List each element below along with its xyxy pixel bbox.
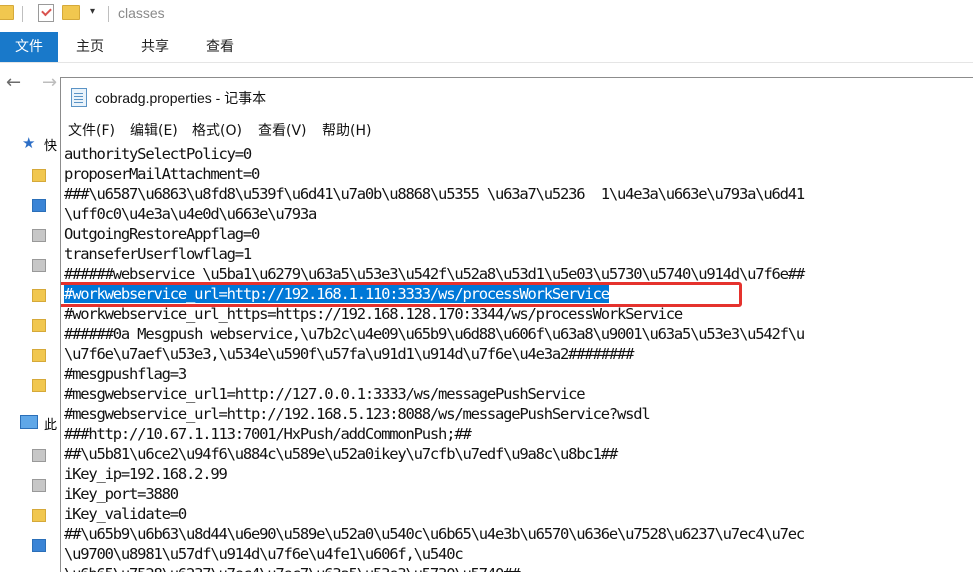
nav-item[interactable] bbox=[0, 376, 60, 396]
line-text: #mesgwebservice_url=http://192.168.5.123… bbox=[64, 405, 651, 423]
text-line: \u9700\u8981\u57df\u914d\u7f6e\u4fe1\u60… bbox=[64, 544, 464, 564]
toolbar-separator bbox=[22, 6, 23, 22]
this-pc-label[interactable]: 此 bbox=[44, 414, 57, 433]
nav-item[interactable] bbox=[0, 226, 60, 246]
notepad-title-bar[interactable]: cobradg.properties - 记事本 bbox=[61, 78, 973, 116]
nav-item[interactable] bbox=[0, 256, 60, 276]
menu-edit[interactable]: 编辑(E) bbox=[130, 120, 178, 140]
line-text: ######0a Mesgpush webservice,\u7b2c\u4e0… bbox=[64, 325, 805, 343]
folder-icon bbox=[32, 509, 46, 522]
nav-item[interactable] bbox=[0, 476, 60, 496]
text-line: #workwebservice_url=http://192.168.1.110… bbox=[64, 284, 610, 304]
nav-item[interactable] bbox=[0, 286, 60, 306]
navigation-pane: ★ 快 此 bbox=[0, 110, 60, 571]
text-line: ##\u5b81\u6ce2\u94f6\u884c\u589e\u52a0ik… bbox=[64, 444, 618, 464]
selected-text: #workwebservice_url=http://192.168.1.110… bbox=[64, 285, 610, 303]
text-line: proposerMailAttachment=0 bbox=[64, 164, 260, 184]
ribbon-tab-home[interactable]: 主页 bbox=[76, 32, 104, 62]
menu-format[interactable]: 格式(O) bbox=[192, 120, 242, 140]
text-line: OutgoingRestoreAppflag=0 bbox=[64, 224, 260, 244]
quick-access-toolbar: ▾ classes bbox=[0, 0, 973, 30]
document-folder-icon bbox=[32, 229, 46, 242]
drive-icon bbox=[32, 449, 46, 462]
line-text: iKey_validate=0 bbox=[64, 505, 187, 523]
text-line: ##\u65b9\u6b63\u8d44\u6e90\u589e\u52a0\u… bbox=[64, 524, 805, 544]
line-text: iKey_port=3880 bbox=[64, 485, 179, 503]
text-line: ######webservice \u5ba1\u6279\u63a5\u53e… bbox=[64, 264, 805, 284]
line-text: #workwebservice_url_https=https://192.16… bbox=[64, 305, 683, 323]
toolbar-separator bbox=[108, 6, 109, 22]
line-text: iKey_ip=192.168.2.99 bbox=[64, 465, 228, 483]
notepad-text-area[interactable]: authoritySelectPolicy=0 proposerMailAttac… bbox=[61, 142, 973, 572]
text-line: ###http://10.67.1.113:7001/HxPush/addCom… bbox=[64, 424, 472, 444]
text-line: #mesgwebservice_url=http://192.168.5.123… bbox=[64, 404, 651, 424]
nav-item[interactable] bbox=[0, 536, 60, 556]
menu-view[interactable]: 查看(V) bbox=[258, 120, 307, 140]
ribbon-tab-view[interactable]: 查看 bbox=[206, 32, 234, 62]
line-text: authoritySelectPolicy=0 bbox=[64, 145, 252, 163]
nav-item[interactable] bbox=[0, 446, 60, 466]
text-line: ######0a Mesgpush webservice,\u7b2c\u4e0… bbox=[64, 324, 805, 344]
folder-icon bbox=[32, 379, 46, 392]
text-line: ###\u6587\u6863\u8fd8\u539f\u6d41\u7a0b\… bbox=[64, 184, 805, 204]
notepad-window: cobradg.properties - 记事本 文件(F) 编辑(E) 格式(… bbox=[60, 77, 973, 572]
text-line: #workwebservice_url_https=https://192.16… bbox=[64, 304, 683, 324]
nav-item[interactable] bbox=[0, 346, 60, 366]
line-text: ###http://10.67.1.113:7001/HxPush/addCom… bbox=[64, 425, 472, 443]
explorer-window-title: classes bbox=[118, 5, 165, 21]
folder-icon bbox=[32, 289, 46, 302]
ribbon-tabs: 文件 主页 共享 查看 bbox=[0, 32, 973, 63]
star-icon: ★ bbox=[22, 134, 36, 152]
line-text: \uff0c0\u4e3a\u4e0d\u663e\u793a bbox=[64, 205, 317, 223]
notepad-window-title: cobradg.properties - 记事本 bbox=[95, 90, 267, 106]
nav-item[interactable] bbox=[0, 196, 60, 216]
folder-icon[interactable] bbox=[0, 5, 14, 20]
notepad-menu-bar: 文件(F) 编辑(E) 格式(O) 查看(V) 帮助(H) bbox=[61, 116, 973, 142]
drive-icon bbox=[32, 479, 46, 492]
line-text: OutgoingRestoreAppflag=0 bbox=[64, 225, 260, 243]
line-text: ##\u5b81\u6ce2\u94f6\u884c\u589e\u52a0ik… bbox=[64, 445, 618, 463]
text-line: iKey_ip=192.168.2.99 bbox=[64, 464, 228, 484]
ribbon-tab-share[interactable]: 共享 bbox=[141, 32, 169, 62]
properties-check-icon[interactable] bbox=[38, 4, 54, 22]
customize-dropdown-icon[interactable]: ▾ bbox=[90, 6, 95, 17]
notepad-icon bbox=[71, 88, 87, 107]
nav-item[interactable] bbox=[0, 166, 60, 186]
nav-item[interactable] bbox=[0, 506, 60, 526]
folder-icon bbox=[32, 349, 46, 362]
text-line: \u7f6e\u7aef\u53e3,\u534e\u590f\u57fa\u9… bbox=[64, 344, 634, 364]
navigation-buttons: ← → bbox=[0, 72, 60, 100]
line-text: ######webservice \u5ba1\u6279\u63a5\u53e… bbox=[64, 265, 805, 283]
line-text: #mesgpushflag=3 bbox=[64, 365, 187, 383]
picture-folder-icon bbox=[32, 259, 46, 272]
text-line: iKey_port=3880 bbox=[64, 484, 179, 504]
download-folder-icon bbox=[32, 539, 46, 552]
nav-item[interactable] bbox=[0, 316, 60, 336]
new-folder-icon[interactable] bbox=[62, 5, 80, 20]
line-text: proposerMailAttachment=0 bbox=[64, 165, 260, 183]
line-text: #mesgwebservice_url1=http://127.0.0.1:33… bbox=[64, 385, 586, 403]
folder-icon bbox=[32, 319, 46, 332]
download-folder-icon bbox=[32, 199, 46, 212]
line-text: \u9700\u8981\u57df\u914d\u7f6e\u4fe1\u60… bbox=[64, 545, 464, 563]
line-text: ###\u6587\u6863\u8fd8\u539f\u6d41\u7a0b\… bbox=[64, 185, 805, 203]
folder-icon bbox=[32, 169, 46, 182]
text-line: \uff0c0\u4e3a\u4e0d\u663e\u793a bbox=[64, 204, 317, 224]
text-line: authoritySelectPolicy=0 bbox=[64, 144, 252, 164]
back-arrow-icon[interactable]: ← bbox=[6, 72, 21, 93]
text-line: iKey_validate=0 bbox=[64, 504, 187, 524]
text-line: #mesgwebservice_url1=http://127.0.0.1:33… bbox=[64, 384, 586, 404]
ribbon-tab-file[interactable]: 文件 bbox=[0, 32, 58, 62]
this-pc-icon bbox=[20, 415, 38, 429]
line-text: transeferUserflowflag=1 bbox=[64, 245, 252, 263]
text-line: transeferUserflowflag=1 bbox=[64, 244, 252, 264]
line-text: ##\u65b9\u6b63\u8d44\u6e90\u589e\u52a0\u… bbox=[64, 525, 805, 543]
quick-access-label[interactable]: 快 bbox=[44, 135, 57, 154]
menu-file[interactable]: 文件(F) bbox=[68, 120, 115, 140]
line-text: \u7f6e\u7aef\u53e3,\u534e\u590f\u57fa\u9… bbox=[64, 345, 634, 363]
text-line: #mesgpushflag=3 bbox=[64, 364, 187, 384]
menu-help[interactable]: 帮助(H) bbox=[322, 120, 371, 140]
forward-arrow-icon[interactable]: → bbox=[42, 72, 57, 93]
